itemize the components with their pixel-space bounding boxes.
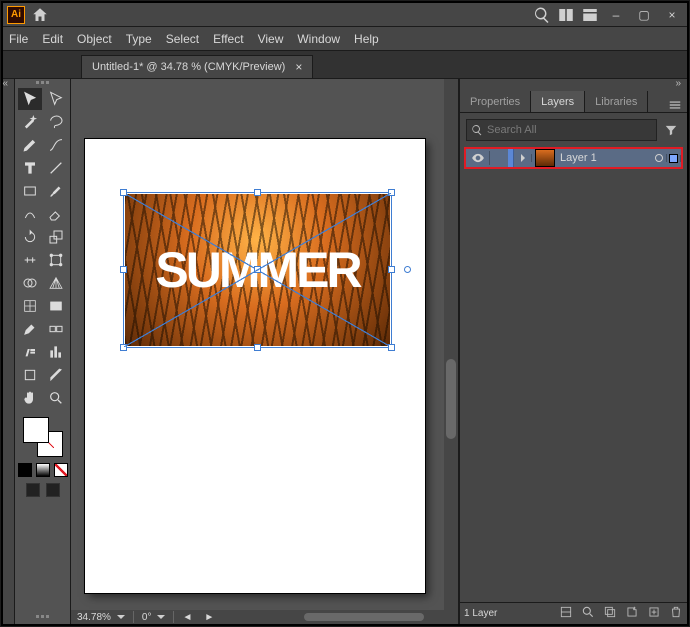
menubar: File Edit Object Type Select Effect View… [3, 27, 687, 51]
layers-status-count: 1 Layer [464, 608, 497, 619]
shape-builder-tool[interactable] [18, 272, 42, 294]
perspective-grid-tool[interactable] [44, 272, 68, 294]
pen-tool[interactable] [18, 134, 42, 156]
layer-thumbnail [536, 150, 554, 166]
draw-screen-mode-buttons[interactable] [26, 483, 60, 497]
eraser-tool[interactable] [44, 203, 68, 225]
zoom-tool[interactable] [44, 387, 68, 409]
home-icon[interactable] [31, 6, 49, 24]
artboard-nav-next[interactable]: ► [200, 612, 218, 623]
menu-effect[interactable]: Effect [213, 32, 243, 46]
horizontal-scrollbar[interactable] [304, 613, 424, 621]
canvas[interactable]: SUMMER 34.78% 0° ◄ [71, 79, 459, 624]
toolbox [15, 79, 71, 624]
arrange-docs-icon[interactable] [557, 6, 575, 24]
document-tab-title: Untitled-1* @ 34.78 % (CMYK/Preview) [92, 61, 285, 73]
make-clipping-mask-icon[interactable] [603, 605, 617, 622]
search-icon [471, 124, 483, 136]
layers-search-placeholder: Search All [487, 124, 537, 136]
rectangle-tool[interactable] [18, 180, 42, 202]
layer-expand-toggle[interactable] [514, 154, 532, 162]
color-mode-swatches[interactable] [18, 463, 68, 477]
workspace-switcher-icon[interactable] [581, 6, 599, 24]
paintbrush-tool[interactable] [44, 180, 68, 202]
window-maximize-button[interactable]: ▢ [633, 7, 655, 23]
panel-tab-libraries[interactable]: Libraries [585, 91, 648, 112]
layer-row[interactable]: Layer 1 [464, 147, 683, 169]
zoom-field[interactable]: 34.78% [73, 612, 129, 623]
menu-edit[interactable]: Edit [42, 32, 63, 46]
right-panels-gripper[interactable]: » [460, 79, 687, 87]
artboard-nav-prev[interactable]: ◄ [178, 612, 196, 623]
type-tool[interactable] [18, 157, 42, 179]
layers-filter-button[interactable] [661, 119, 681, 141]
layers-search-input[interactable]: Search All [466, 119, 657, 141]
line-segment-tool[interactable] [44, 157, 68, 179]
artboard-tool[interactable] [18, 364, 42, 386]
delete-layer-icon[interactable] [669, 605, 683, 622]
rotate-view-field[interactable]: 0° [138, 612, 170, 623]
menu-type[interactable]: Type [126, 32, 152, 46]
curvature-tool[interactable] [44, 134, 68, 156]
scale-tool[interactable] [44, 226, 68, 248]
symbol-sprayer-tool[interactable] [18, 341, 42, 363]
blend-tool[interactable] [44, 318, 68, 340]
width-tool[interactable] [18, 249, 42, 271]
app-logo: Ai [7, 6, 25, 24]
magic-wand-tool[interactable] [18, 111, 42, 133]
layer-name[interactable]: Layer 1 [558, 152, 651, 164]
menu-window[interactable]: Window [297, 32, 340, 46]
menu-view[interactable]: View [258, 32, 284, 46]
layers-panel-body: Search All Layer 1 [460, 113, 687, 602]
menu-object[interactable]: Object [77, 32, 112, 46]
panel-menu-icon[interactable] [663, 98, 687, 112]
document-tab[interactable]: Untitled-1* @ 34.78 % (CMYK/Preview) × [81, 55, 313, 78]
artwork-text: SUMMER [125, 194, 390, 346]
new-sublayer-icon[interactable] [625, 605, 639, 622]
slice-tool[interactable] [44, 364, 68, 386]
gradient-tool[interactable] [44, 295, 68, 317]
layer-visibility-toggle[interactable] [466, 151, 490, 165]
layer-selection-indicator [667, 155, 681, 162]
layer-target-button[interactable] [651, 154, 667, 162]
direct-selection-tool[interactable] [44, 88, 68, 110]
artboard[interactable]: SUMMER [85, 139, 425, 593]
shaper-tool[interactable] [18, 203, 42, 225]
edit-toolbar-button[interactable] [36, 615, 49, 618]
hand-tool[interactable] [18, 387, 42, 409]
placed-image[interactable]: SUMMER [125, 194, 390, 346]
collapsed-panel-strip-left[interactable]: « [3, 79, 15, 624]
new-layer-icon[interactable] [647, 605, 661, 622]
window-close-button[interactable]: × [661, 7, 683, 23]
eyedropper-tool[interactable] [18, 318, 42, 340]
mesh-tool[interactable] [18, 295, 42, 317]
menu-help[interactable]: Help [354, 32, 379, 46]
window-minimize-button[interactable]: – [605, 7, 627, 23]
lasso-tool[interactable] [44, 111, 68, 133]
search-icon[interactable] [533, 6, 551, 24]
menu-select[interactable]: Select [166, 32, 199, 46]
status-bar: 34.78% 0° ◄ ► [71, 610, 444, 624]
panel-tab-properties[interactable]: Properties [460, 91, 531, 112]
layer-visibility-options-icon[interactable] [559, 605, 573, 622]
free-transform-tool[interactable] [44, 249, 68, 271]
rotate-tool[interactable] [18, 226, 42, 248]
column-graph-tool[interactable] [44, 341, 68, 363]
fill-stroke-indicator[interactable] [21, 415, 65, 459]
document-tab-close-button[interactable]: × [295, 61, 302, 73]
locate-object-icon[interactable] [581, 605, 595, 622]
panel-tab-layers[interactable]: Layers [531, 91, 585, 112]
vertical-scrollbar[interactable] [444, 79, 458, 610]
menu-file[interactable]: File [9, 32, 28, 46]
selection-tool[interactable] [18, 88, 42, 110]
